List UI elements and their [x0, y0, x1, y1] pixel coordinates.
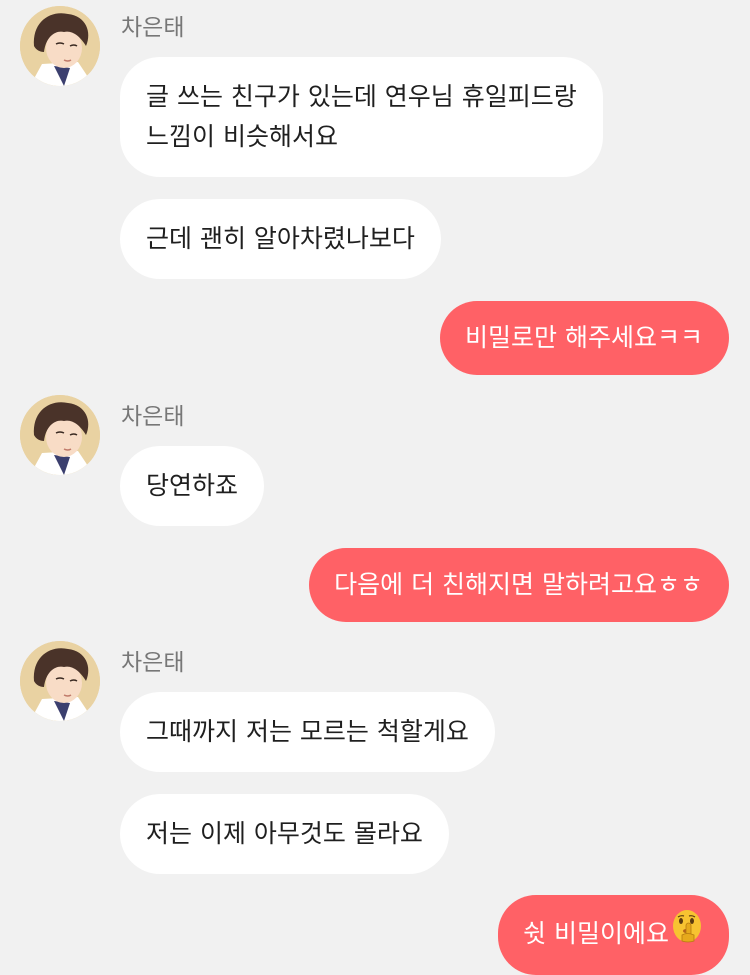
message-text: 근데 괜히 알아차렸나보다: [146, 224, 415, 253]
chat-thread[interactable]: 차은태 글 쓰는 친구가 있는데 연우님 휴일피드랑 느낌이 비슷해서요 근데 …: [0, 0, 750, 975]
message-text: 비밀로만 해주세요ㅋㅋ: [465, 323, 703, 352]
incoming-message[interactable]: 글 쓰는 친구가 있는데 연우님 휴일피드랑 느낌이 비슷해서요: [120, 57, 603, 177]
sender-name: 차은태: [121, 650, 185, 676]
shushing-face-emoji-icon: [671, 909, 703, 955]
outgoing-message[interactable]: 비밀로만 해주세요ㅋㅋ: [440, 301, 729, 375]
message-text: 그때까지 저는 모르는 척할게요: [146, 717, 469, 746]
profile-avatar-icon[interactable]: [20, 6, 100, 86]
sender-name: 차은태: [121, 404, 185, 430]
message-text-line: 글 쓰는 친구가 있는데 연우님 휴일피드랑: [146, 82, 577, 111]
outgoing-message[interactable]: 다음에 더 친해지면 말하려고요ㅎㅎ: [309, 548, 729, 622]
incoming-message[interactable]: 당연하죠: [120, 446, 265, 526]
incoming-message[interactable]: 저는 이제 아무것도 몰라요: [120, 794, 449, 874]
message-text: 쉿 비밀이에요: [523, 919, 669, 948]
outgoing-message[interactable]: 쉿 비밀이에요: [498, 895, 729, 975]
message-text-line: 느낌이 비슷해서요: [146, 122, 338, 151]
sender-name: 차은태: [121, 15, 185, 41]
profile-avatar-icon[interactable]: [20, 395, 100, 475]
message-text: 저는 이제 아무것도 몰라요: [146, 819, 423, 848]
incoming-message[interactable]: 그때까지 저는 모르는 척할게요: [120, 692, 495, 772]
profile-avatar-icon[interactable]: [20, 641, 100, 721]
incoming-message[interactable]: 근데 괜히 알아차렸나보다: [120, 199, 441, 279]
message-text: 다음에 더 친해지면 말하려고요ㅎㅎ: [334, 570, 703, 599]
message-text: 당연하죠: [146, 471, 239, 500]
